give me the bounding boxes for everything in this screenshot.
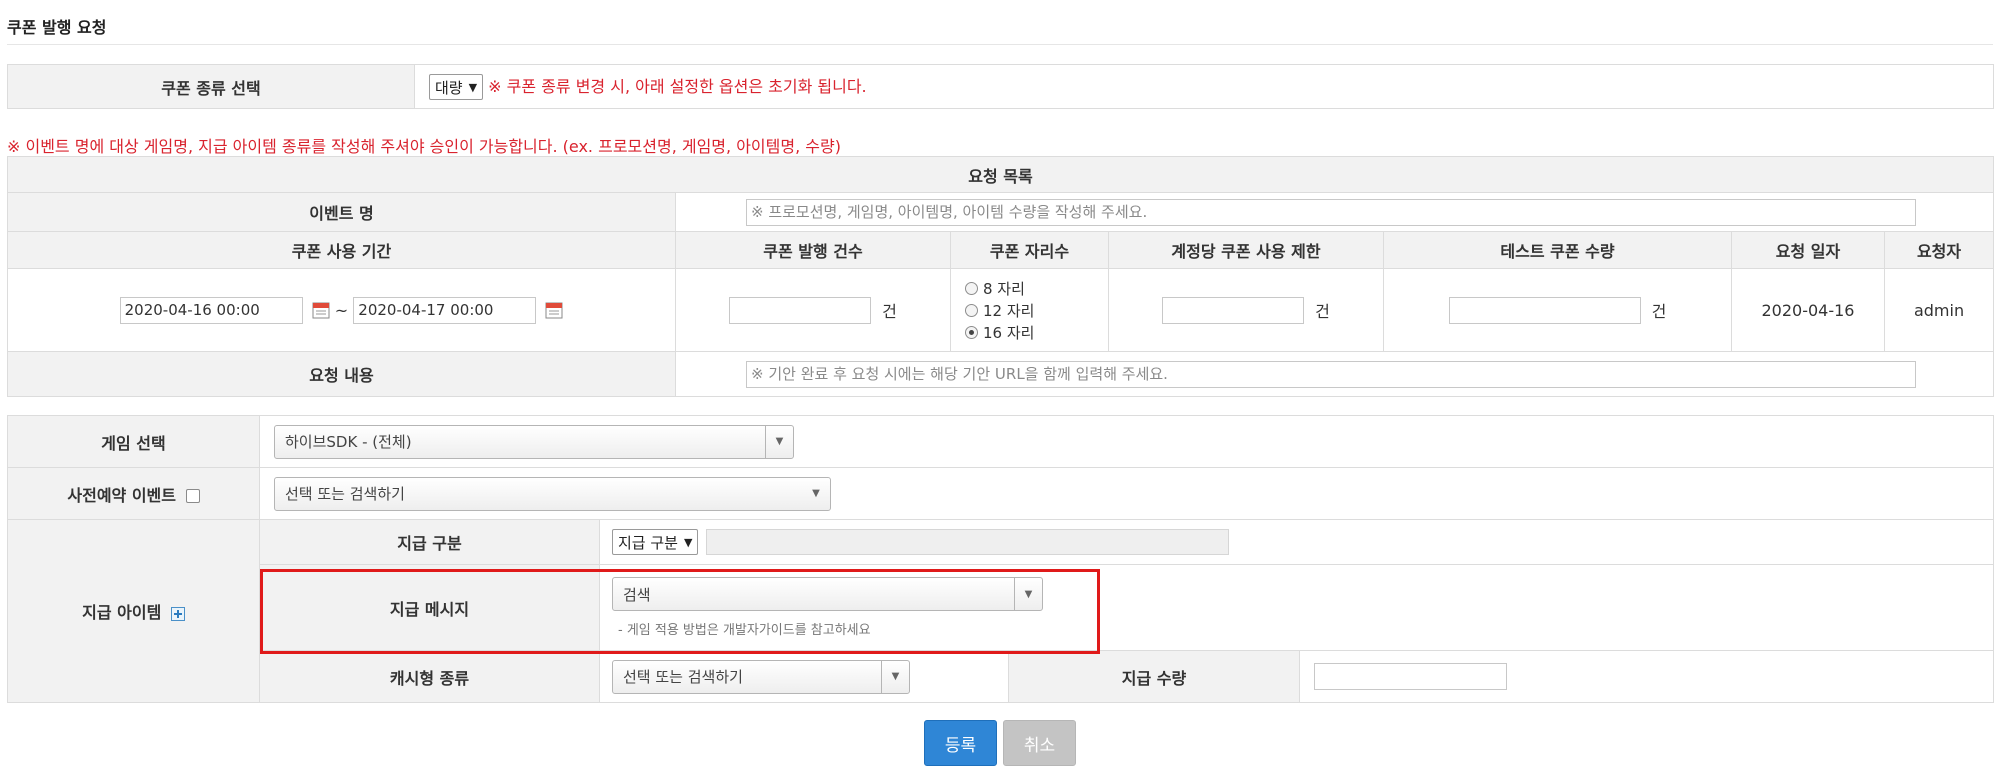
request-content-input[interactable]	[746, 360, 1916, 388]
event-name-input[interactable]	[746, 198, 1916, 226]
start-date-input[interactable]	[119, 296, 303, 324]
end-date-input[interactable]	[353, 296, 537, 324]
pay-type-detail-field	[705, 529, 1229, 555]
coupon-type-value: 대량	[435, 78, 463, 97]
preorder-label-cell: 사전예약 이벤트	[7, 467, 260, 520]
pay-message-label: 지급 메시지	[259, 564, 600, 651]
pay-type-label: 지급 구분	[259, 519, 600, 565]
limit-cell: 건	[1108, 268, 1384, 352]
coupon-type-label: 쿠폰 종류 선택	[7, 64, 415, 109]
header-requester: 요청자	[1883, 231, 1995, 269]
pay-item-label: 지급 아이템	[82, 603, 162, 622]
pay-type-select[interactable]: 지급 구분 ▼	[612, 529, 699, 555]
digit-option-16[interactable]: 16 자리	[965, 321, 1108, 343]
caret-down-icon: ▼	[468, 80, 478, 94]
cash-type-placeholder: 선택 또는 검색하기	[623, 668, 743, 686]
radio-button[interactable]	[965, 303, 978, 317]
game-select-dropdown[interactable]: 하이브SDK - (전체) ▼	[274, 424, 794, 459]
pay-message-dropdown[interactable]: 검색 ▼	[612, 577, 1043, 611]
preorder-event-dropdown[interactable]: 선택 또는 검색하기 ▼	[274, 476, 831, 511]
pay-qty-input[interactable]	[1314, 663, 1507, 690]
preorder-checkbox[interactable]	[185, 489, 200, 503]
caret-down-icon: ▼	[683, 535, 693, 549]
pay-message-cell: 검색 ▼ - 게임 적용 방법은 개발자가이드를 참고하세요	[599, 564, 1994, 651]
requester-value: admin	[1883, 268, 1995, 352]
test-coupon-qty-input[interactable]	[1448, 296, 1641, 324]
request-table: 요청 목록 이벤트 명 쿠폰 사용 기간 쿠폰 발행 건수 쿠폰 자리수 계정당…	[6, 156, 1995, 397]
chevron-down-icon: ▼	[881, 660, 909, 693]
coupon-count-input[interactable]	[729, 296, 872, 324]
preorder-label: 사전예약 이벤트	[67, 485, 177, 505]
digit-option-label: 8 자리	[983, 279, 1025, 298]
header-period: 쿠폰 사용 기간	[7, 231, 676, 269]
coupon-type-warning: ※ 쿠폰 종류 변경 시, 아래 설정한 옵션은 초기화 됩니다.	[488, 76, 867, 96]
title-divider	[7, 44, 1993, 45]
pay-qty-label: 지급 수량	[1008, 650, 1300, 703]
digit-option-12[interactable]: 12 자리	[965, 299, 1108, 321]
chevron-down-icon: ▼	[765, 425, 793, 458]
radio-button-selected[interactable]	[965, 325, 978, 339]
digit-option-label: 12 자리	[983, 301, 1035, 320]
calendar-icon[interactable]	[545, 301, 563, 319]
page-title: 쿠폰 발행 요청	[7, 18, 107, 37]
coupon-type-select[interactable]: 대량 ▼	[429, 74, 484, 101]
calendar-icon[interactable]	[312, 301, 330, 319]
header-digits: 쿠폰 자리수	[950, 231, 1109, 269]
preorder-cell: 선택 또는 검색하기 ▼	[259, 467, 1994, 520]
cancel-button[interactable]: 취소	[1003, 720, 1076, 766]
digit-option-label: 16 자리	[983, 323, 1035, 342]
coupon-type-cell: 대량 ▼ ※ 쿠폰 종류 변경 시, 아래 설정한 옵션은 초기화 됩니다.	[414, 64, 1994, 109]
radio-button[interactable]	[965, 281, 978, 295]
pay-item-label-cell: 지급 아이템	[7, 519, 260, 703]
coupon-type-table: 쿠폰 종류 선택 대량 ▼ ※ 쿠폰 종류 변경 시, 아래 설정한 옵션은 초…	[7, 64, 1994, 109]
pay-message-hint: - 게임 적용 방법은 개발자가이드를 참고하세요	[618, 623, 871, 638]
limit-unit: 건	[1315, 302, 1330, 321]
chevron-down-icon: ▼	[1014, 578, 1042, 610]
caret-down-icon: ▼	[812, 488, 820, 499]
game-select-value: 하이브SDK - (전체)	[285, 433, 412, 451]
request-list-title: 요청 목록	[6, 156, 1995, 193]
cash-type-cell: 선택 또는 검색하기 ▼	[599, 650, 1009, 703]
count-cell: 건	[675, 268, 951, 352]
event-name-label: 이벤트 명	[7, 192, 676, 232]
request-date-value: 2020-04-16	[1731, 268, 1885, 352]
limit-per-account-input[interactable]	[1162, 296, 1305, 324]
header-limit: 계정당 쿠폰 사용 제한	[1108, 231, 1384, 269]
header-count: 쿠폰 발행 건수	[675, 231, 951, 269]
request-content-cell	[674, 351, 1995, 397]
settings-table: 게임 선택 하이브SDK - (전체) ▼ 사전예약 이벤트 선택 또는 검색하…	[7, 415, 1994, 703]
submit-button[interactable]: 등록	[924, 720, 997, 766]
game-select-cell: 하이브SDK - (전체) ▼	[259, 415, 1994, 468]
preorder-event-placeholder: 선택 또는 검색하기	[285, 485, 405, 503]
test-qty-cell: 건	[1383, 268, 1732, 352]
period-cell: ~	[7, 268, 676, 352]
add-item-icon[interactable]	[170, 606, 185, 621]
digits-cell: 8 자리 12 자리 16 자리	[950, 268, 1109, 352]
count-unit: 건	[882, 302, 897, 321]
header-test-qty: 테스트 쿠폰 수량	[1383, 231, 1732, 269]
header-date: 요청 일자	[1731, 231, 1885, 269]
notice-text: ※ 이벤트 명에 대상 게임명, 지급 아이템 종류를 작성해 주셔야 승인이 …	[7, 137, 841, 156]
test-qty-unit: 건	[1651, 302, 1667, 321]
game-select-label: 게임 선택	[7, 415, 260, 468]
date-separator: ~	[334, 300, 349, 320]
pay-message-value: 검색	[623, 585, 651, 604]
cash-type-label: 캐시형 종류	[259, 650, 600, 703]
cash-type-dropdown[interactable]: 선택 또는 검색하기 ▼	[612, 659, 910, 694]
pay-qty-cell	[1299, 650, 1994, 703]
pay-type-value: 지급 구분	[618, 533, 678, 552]
digit-option-8[interactable]: 8 자리	[965, 277, 1108, 299]
request-content-label: 요청 내용	[7, 351, 676, 397]
event-name-cell	[674, 192, 1995, 232]
pay-type-cell: 지급 구분 ▼	[599, 519, 1994, 565]
